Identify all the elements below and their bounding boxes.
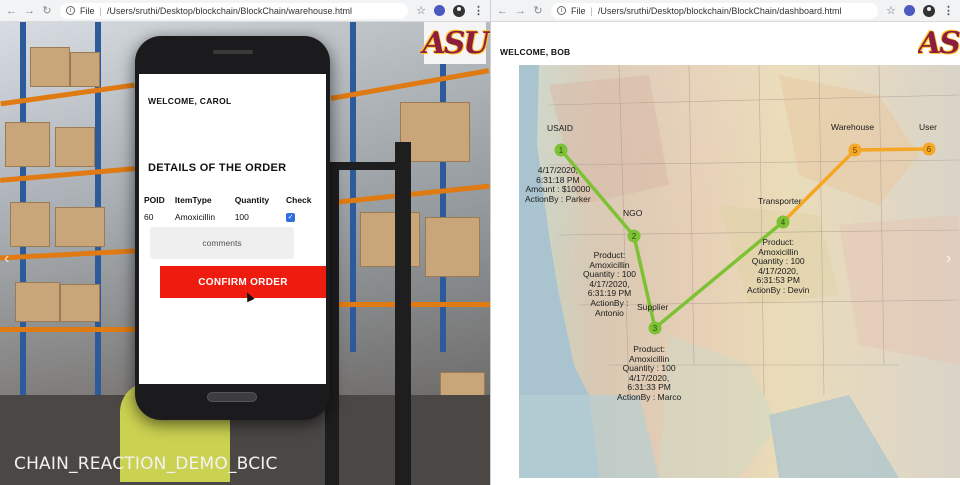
order-details-title: DETAILS OF THE ORDER [148,162,287,174]
profile-avatar-icon[interactable] [923,4,935,17]
right-browser-toolbar: ← → ↻ i File | /Users/sruthi/Desktop/blo… [491,0,960,22]
ocean-shade-shape [519,395,659,478]
forklift-mast [395,142,411,485]
pallet-box [70,52,100,87]
route-node[interactable]: 3 [648,321,662,335]
video-watermark: CHAIN_REACTION_DEMO_BCIC [14,454,278,474]
event-info-transporter: Product: Amoxicillin Quantity : 100 4/17… [747,237,810,295]
route-node[interactable]: 1 [554,143,568,157]
left-browser-toolbar: ← → ↻ i File | /Users/sruthi/Desktop/blo… [0,0,490,22]
route-node[interactable]: 5 [848,143,862,157]
pallet-box [55,207,105,247]
slide-next-arrow-icon[interactable]: › [946,250,951,268]
pallet-box [5,122,50,167]
url-separator: | [99,5,102,16]
table-row: 60 Amoxicillin 100 ✓ [144,211,324,222]
role-label-supplier: Supplier [637,302,669,312]
url-scheme: File [80,5,95,16]
role-label-ngo: NGO [623,208,643,218]
column-header-poid: POID [144,195,165,205]
left-address-bar[interactable]: i File | /Users/sruthi/Desktop/blockchai… [60,2,409,19]
url-text[interactable]: /Users/sruthi/Desktop/blockchain/BlockCh… [107,6,352,16]
forward-icon[interactable]: → [515,5,526,17]
bookmark-star-icon[interactable]: ☆ [416,4,426,17]
phone-mockup: WELCOME, CAROL DETAILS OF THE ORDER POID… [135,36,330,420]
role-label-usaid: USAID [547,123,573,133]
extension-icon[interactable] [434,5,445,16]
role-label-user: User [919,122,937,132]
route-node[interactable]: 4 [776,215,790,229]
pallet-box [10,202,50,247]
table-header-row: POID ItemType Quantity Check [144,195,324,211]
bookmark-star-icon[interactable]: ☆ [886,4,896,17]
route-node[interactable]: 6 [922,142,936,156]
extension-icon[interactable] [904,5,915,16]
event-info-usaid: 4/17/2020, 6:31:18 PM Amount : $10000 Ac… [525,165,591,204]
right-address-bar[interactable]: i File | /Users/sruthi/Desktop/blockchai… [551,2,879,19]
asu-logo: ASU [918,22,960,64]
info-icon[interactable]: i [557,6,566,15]
url-separator: | [590,5,593,16]
pallet-box [55,127,95,167]
warehouse-browser-window: ← → ↻ i File | /Users/sruthi/Desktop/blo… [0,0,490,485]
event-info-ngo: Product: Amoxicillin Quantity : 100 4/17… [583,250,636,318]
browser-menu-icon[interactable]: ⋮ [473,4,484,17]
cell-poid: 60 [144,211,154,222]
node-label: 1 [559,146,564,155]
check-checkbox[interactable]: ✓ [286,213,295,222]
pallet-box [425,217,480,277]
event-info-supplier: Product: Amoxicillin Quantity : 100 4/17… [617,344,682,402]
back-icon[interactable]: ← [6,5,17,17]
role-label-transporter: Transporter [758,196,802,206]
role-label-warehouse: Warehouse [831,122,875,132]
column-header-itemtype: ItemType [174,195,212,205]
welcome-heading: WELCOME, CAROL [148,96,232,106]
route-node[interactable]: 2 [627,229,641,243]
cell-itemtype: Amoxicillin [174,211,216,222]
node-label: 6 [927,145,932,154]
order-table: POID ItemType Quantity Check 60 Amoxicil… [144,195,324,222]
region-shape [839,215,960,365]
node-label: 4 [781,218,786,227]
phone-screen: WELCOME, CAROL DETAILS OF THE ORDER POID… [139,74,326,384]
dashboard-browser-window: ← → ↻ i File | /Users/sruthi/Desktop/blo… [490,0,960,485]
comments-input[interactable]: comments [150,227,294,259]
gulf-shape [769,395,899,478]
reload-icon[interactable]: ↻ [533,4,543,17]
dashboard-welcome-heading: WELCOME, BOB [500,47,571,57]
url-text[interactable]: /Users/sruthi/Desktop/blockchain/BlockCh… [598,6,842,16]
profile-avatar-icon[interactable] [453,4,465,17]
slide-prev-arrow-icon[interactable]: ‹ [4,250,9,268]
pallet-box [30,47,70,87]
node-label: 3 [653,324,658,333]
browser-menu-icon[interactable]: ⋮ [943,4,954,17]
node-label: 2 [632,232,637,241]
forward-icon[interactable]: → [24,5,35,17]
region-shape [779,75,919,205]
back-icon[interactable]: ← [497,5,508,17]
forklift-crossbar [325,162,411,170]
rack-beam [0,327,135,332]
phone-home-button [207,392,257,402]
node-label: 5 [853,146,858,155]
reload-icon[interactable]: ↻ [42,4,52,17]
phone-speaker [213,50,253,54]
pallet-box [60,284,100,322]
pallet-box [15,282,60,322]
cell-quantity: 100 [234,211,249,222]
cell-check: ✓ [286,211,324,222]
asu-logo: ASU [422,22,490,64]
column-header-quantity: Quantity [234,195,270,205]
column-header-check: Check [286,195,312,205]
info-icon[interactable]: i [66,6,75,15]
url-scheme: File [571,5,586,16]
pallet-box [360,212,420,267]
supply-chain-map: 1 2 3 4 5 6 USAID NGO Supplier Transport… [519,65,960,478]
